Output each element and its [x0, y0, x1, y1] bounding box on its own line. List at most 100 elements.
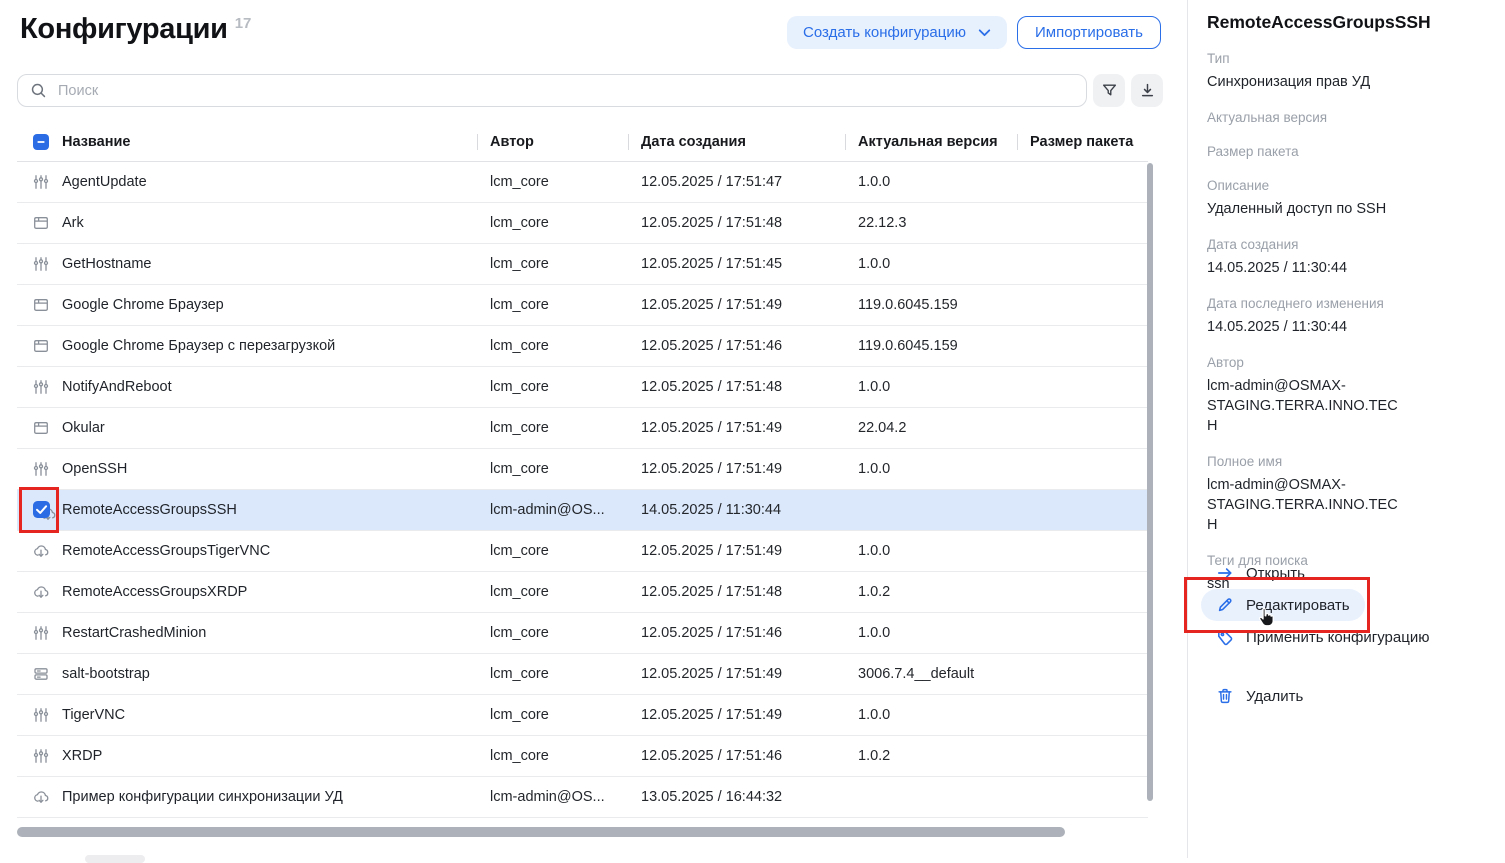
- select-all-checkbox[interactable]: [33, 134, 49, 150]
- row-version: 119.0.6045.159: [858, 297, 1030, 313]
- table-row[interactable]: XRDP lcm_core 12.05.2025 / 17:51:46 1.0.…: [17, 736, 1148, 777]
- table-row[interactable]: RemoteAccessGroupsSSH lcm-admin@OS... 14…: [17, 490, 1148, 531]
- chevron-down-icon: [976, 24, 993, 41]
- row-name: RestartCrashedMinion: [62, 625, 490, 641]
- table-row[interactable]: Google Chrome Браузер с перезагрузкой lc…: [17, 326, 1148, 367]
- pencil-icon: [1216, 596, 1234, 614]
- row-version: 22.12.3: [858, 215, 1030, 231]
- configurations-page: Конфигурации 17 Создать конфигурацию Имп…: [0, 0, 1187, 858]
- row-version: 1.0.0: [858, 379, 1030, 395]
- import-button[interactable]: Импортировать: [1017, 16, 1161, 49]
- row-checkbox-checked[interactable]: [33, 501, 50, 518]
- row-version: 3006.7.4__default: [858, 666, 1030, 682]
- table-row[interactable]: TigerVNC lcm_core 12.05.2025 / 17:51:49 …: [17, 695, 1148, 736]
- sliders-icon: [33, 625, 49, 641]
- table-header-row: Название Автор Дата создания Актуальная …: [17, 122, 1148, 162]
- row-name: Google Chrome Браузер: [62, 297, 490, 313]
- detail-field: Автор lcm-admin@OSMAX-STAGING.TERRA.INNO…: [1207, 354, 1485, 436]
- open-button[interactable]: Открыть: [1201, 557, 1320, 589]
- detail-field-label: Тип: [1207, 50, 1485, 67]
- sliders-icon: [33, 748, 49, 764]
- detail-field-value: Удаленный доступ по SSH: [1207, 199, 1407, 219]
- export-button[interactable]: [1131, 74, 1163, 107]
- row-created: 12.05.2025 / 17:51:46: [641, 625, 858, 641]
- row-name: TigerVNC: [62, 707, 490, 723]
- row-created: 12.05.2025 / 17:51:49: [641, 666, 858, 682]
- vertical-scrollbar[interactable]: [1147, 163, 1153, 801]
- details-fields: Тип Синхронизация прав УД Актуальная вер…: [1207, 50, 1485, 594]
- table-row[interactable]: GetHostname lcm_core 12.05.2025 / 17:51:…: [17, 244, 1148, 285]
- row-name: AgentUpdate: [62, 174, 490, 190]
- details-panel-title: RemoteAccessGroupsSSH: [1207, 12, 1485, 33]
- row-name: RemoteAccessGroupsSSH: [62, 502, 490, 518]
- horizontal-scrollbar[interactable]: [17, 827, 1065, 837]
- detail-field: Тип Синхронизация прав УД: [1207, 50, 1485, 92]
- row-author: lcm_core: [490, 420, 641, 436]
- row-created: 12.05.2025 / 17:51:49: [641, 297, 858, 313]
- page-count-badge: 17: [235, 15, 252, 32]
- sliders-icon: [33, 707, 49, 723]
- row-author: lcm-admin@OS...: [490, 789, 641, 805]
- row-created: 12.05.2025 / 17:51:49: [641, 420, 858, 436]
- delete-button[interactable]: Удалить: [1201, 680, 1318, 712]
- download-icon: [1139, 82, 1156, 99]
- table-row[interactable]: Google Chrome Браузер lcm_core 12.05.202…: [17, 285, 1148, 326]
- table-row[interactable]: Пример конфигурации синхронизации УД lcm…: [17, 777, 1148, 818]
- details-panel: RemoteAccessGroupsSSH Тип Синхронизация …: [1187, 0, 1505, 858]
- row-author: lcm-admin@OS...: [490, 502, 641, 518]
- pagination-partial: [85, 855, 145, 863]
- edit-button[interactable]: Редактировать: [1201, 589, 1365, 621]
- column-header-name[interactable]: Название: [62, 134, 490, 150]
- search-box: [17, 74, 1087, 107]
- detail-field-label: Дата создания: [1207, 236, 1485, 253]
- app-window-icon: [33, 420, 49, 436]
- open-button-label: Открыть: [1246, 565, 1305, 582]
- row-version: 1.0.0: [858, 461, 1030, 477]
- table-row[interactable]: NotifyAndReboot lcm_core 12.05.2025 / 17…: [17, 367, 1148, 408]
- row-created: 12.05.2025 / 17:51:46: [641, 748, 858, 764]
- create-configuration-button[interactable]: Создать конфигурацию: [787, 16, 1007, 49]
- row-version: 1.0.0: [858, 543, 1030, 559]
- column-header-size[interactable]: Размер пакета: [1030, 134, 1148, 150]
- row-author: lcm_core: [490, 379, 641, 395]
- row-name: RemoteAccessGroupsXRDP: [62, 584, 490, 600]
- table-row[interactable]: salt-bootstrap lcm_core 12.05.2025 / 17:…: [17, 654, 1148, 695]
- row-version: 1.0.0: [858, 256, 1030, 272]
- detail-field: Размер пакета: [1207, 143, 1485, 160]
- row-version: 119.0.6045.159: [858, 338, 1030, 354]
- filter-button[interactable]: [1093, 74, 1125, 107]
- row-created: 12.05.2025 / 17:51:45: [641, 256, 858, 272]
- row-created: 13.05.2025 / 16:44:32: [641, 789, 858, 805]
- table-row[interactable]: OpenSSH lcm_core 12.05.2025 / 17:51:49 1…: [17, 449, 1148, 490]
- apply-configuration-button[interactable]: Применить конфигурацию: [1201, 621, 1444, 653]
- detail-field: Описание Удаленный доступ по SSH: [1207, 177, 1485, 219]
- row-version: 1.0.0: [858, 625, 1030, 641]
- row-author: lcm_core: [490, 256, 641, 272]
- row-version: 22.04.2: [858, 420, 1030, 436]
- trash-icon: [1216, 687, 1234, 705]
- row-author: lcm_core: [490, 338, 641, 354]
- detail-field: Дата последнего изменения 14.05.2025 / 1…: [1207, 295, 1485, 337]
- sliders-icon: [33, 461, 49, 477]
- column-header-version[interactable]: Актуальная версия: [858, 134, 1030, 150]
- panel-actions: Открыть Редактировать Применить конфигур…: [1216, 557, 1444, 712]
- detail-field-value: lcm-admin@OSMAX-STAGING.TERRA.INNO.TECH: [1207, 475, 1407, 535]
- row-author: lcm_core: [490, 625, 641, 641]
- detail-field: Дата создания 14.05.2025 / 11:30:44: [1207, 236, 1485, 278]
- table-row[interactable]: RemoteAccessGroupsXRDP lcm_core 12.05.20…: [17, 572, 1148, 613]
- row-created: 12.05.2025 / 17:51:46: [641, 338, 858, 354]
- row-created: 12.05.2025 / 17:51:48: [641, 215, 858, 231]
- search-input[interactable]: [17, 74, 1087, 107]
- cloud-sync-icon: [33, 789, 49, 805]
- sliders-icon: [33, 256, 49, 272]
- row-name: salt-bootstrap: [62, 666, 490, 682]
- row-author: lcm_core: [490, 748, 641, 764]
- table-row[interactable]: AgentUpdate lcm_core 12.05.2025 / 17:51:…: [17, 162, 1148, 203]
- table-row[interactable]: RemoteAccessGroupsTigerVNC lcm_core 12.0…: [17, 531, 1148, 572]
- table-row[interactable]: Okular lcm_core 12.05.2025 / 17:51:49 22…: [17, 408, 1148, 449]
- table-row[interactable]: RestartCrashedMinion lcm_core 12.05.2025…: [17, 613, 1148, 654]
- table-row[interactable]: Ark lcm_core 12.05.2025 / 17:51:48 22.12…: [17, 203, 1148, 244]
- search-icon: [30, 82, 47, 104]
- column-header-created[interactable]: Дата создания: [641, 134, 858, 150]
- column-header-author[interactable]: Автор: [490, 134, 641, 150]
